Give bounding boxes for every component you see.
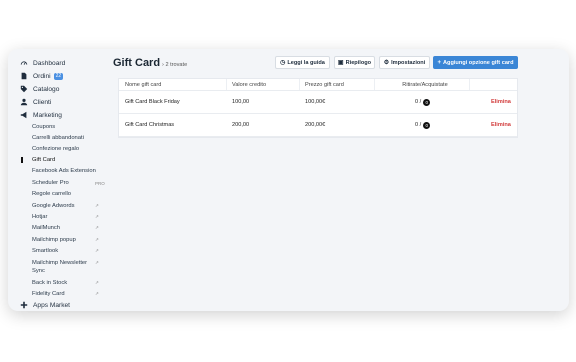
- tag-icon: [20, 85, 28, 93]
- sidebar-item-marketing[interactable]: Marketing: [20, 110, 62, 120]
- main-content: Gift Card › 2 trovate ◷ Leggi la guida ▣…: [113, 49, 569, 311]
- external-link-icon: ↗: [95, 260, 99, 265]
- column-divider: [226, 79, 227, 90]
- sidebar-item-ordini[interactable]: Ordini 22: [20, 71, 64, 81]
- sidebar-subitem-confezione-regalo[interactable]: Confezione regalo: [32, 146, 79, 152]
- settings-label: Impostazioni: [391, 59, 426, 66]
- sidebar-subitem-gift-card[interactable]: Gift Card: [32, 157, 55, 163]
- orders-count-badge: 22: [53, 72, 64, 80]
- delete-link[interactable]: Elimina: [491, 114, 511, 136]
- plus-icon: +: [437, 59, 441, 66]
- redeemed-purchased: 0 / 0: [415, 91, 431, 113]
- app-window: Dashboard Ordini 22 Catalogo Clienti Mar…: [8, 49, 569, 311]
- external-link-icon: ↗: [95, 225, 99, 230]
- result-count-text: 2 trovate: [165, 62, 188, 68]
- column-header: Ritirate/Acquistate: [402, 81, 448, 88]
- summary-label: Riepilogo: [345, 59, 372, 66]
- sidebar-item-label: Catalogo: [33, 85, 60, 93]
- sidebar-subitem-coupons[interactable]: Coupons: [32, 124, 55, 130]
- sidebar-item-clienti[interactable]: Clienti: [20, 97, 51, 107]
- result-count: › 2 trovate: [162, 62, 187, 68]
- column-divider: [299, 79, 300, 90]
- external-link-icon: ↗: [95, 248, 99, 253]
- credit-value: 200,00: [232, 122, 250, 128]
- column-header: Prezzo gift card: [305, 81, 344, 88]
- dashboard-icon: [20, 61, 28, 65]
- add-gift-card-label: Aggiungi opzione gift card: [442, 59, 514, 66]
- purchased-count-badge: 0: [423, 121, 431, 129]
- plus-icon: [20, 301, 28, 309]
- user-icon: [20, 98, 28, 106]
- sidebar-subitem-regole-carrello[interactable]: Regole carrello: [32, 191, 71, 197]
- gift-card-name: Gift Card Black Friday: [125, 99, 180, 105]
- sidebar-item-label: Clienti: [33, 98, 52, 106]
- column-divider: [469, 79, 470, 90]
- external-link-icon: ↗: [95, 237, 99, 242]
- summary-icon: ▣: [337, 60, 344, 66]
- gift-card-name: Gift Card Christmas: [125, 122, 175, 128]
- purchased-count-badge: 0: [423, 98, 431, 106]
- redeemed-ratio: 0 /: [415, 99, 422, 105]
- gear-icon: ⚙: [383, 60, 390, 66]
- summary-button[interactable]: ▣ Riepilogo: [334, 56, 375, 69]
- page-title: Gift Card: [113, 57, 161, 69]
- megaphone-icon: [20, 111, 27, 119]
- pro-tag: PRO: [95, 181, 105, 186]
- column-divider: [374, 79, 375, 90]
- read-guide-button[interactable]: ◷ Leggi la guida: [275, 56, 330, 69]
- sidebar-subitem-smartlook[interactable]: Smartlook: [32, 248, 58, 254]
- table-header-row: Nome gift card Valore credito Prezzo gif…: [119, 79, 517, 91]
- external-link-icon: ↗: [95, 280, 99, 285]
- sidebar-item-label: Dashboard: [33, 59, 66, 67]
- redeemed-purchased: 0 / 0: [415, 114, 431, 136]
- sidebar-subitem-carrelli-abbandonati[interactable]: Carrelli abbandonati: [32, 135, 84, 141]
- settings-button[interactable]: ⚙ Impostazioni: [379, 56, 430, 69]
- sidebar-subitem-facebook-ads[interactable]: Facebook Ads Extension: [32, 168, 96, 174]
- sidebar-subitem-mailchimp-popup[interactable]: Mailchimp popup: [32, 237, 76, 243]
- active-indicator: [21, 157, 23, 163]
- sidebar-item-catalogo[interactable]: Catalogo: [20, 84, 59, 94]
- sidebar-item-label: Apps Market: [33, 301, 71, 309]
- table-row[interactable]: Gift Card Black Friday 100,00 100,00€ 0 …: [119, 91, 517, 114]
- sidebar-subitem-scheduler-pro[interactable]: Scheduler Pro: [32, 180, 69, 186]
- sidebar-item-dashboard[interactable]: Dashboard: [20, 58, 65, 68]
- sidebar-subitem-fidelity-card[interactable]: Fidelity Card: [32, 291, 65, 297]
- sidebar-subitem-back-in-stock[interactable]: Back in Stock: [32, 280, 67, 286]
- sidebar-subitem-mailchimp-newsletter[interactable]: Mailchimp Newsletter: [32, 260, 87, 266]
- breadcrumb-separator: ›: [162, 62, 164, 68]
- sidebar-subitem-hotjar[interactable]: Hotjar: [32, 214, 47, 220]
- external-link-icon: ↗: [95, 291, 99, 296]
- redeemed-ratio: 0 /: [415, 122, 422, 128]
- gift-card-price: 100,00€: [305, 99, 326, 105]
- read-guide-label: Leggi la guida: [287, 59, 325, 66]
- sidebar-item-apps-market[interactable]: Apps Market: [20, 300, 70, 310]
- gift-card-price: 200,00€: [305, 122, 326, 128]
- table-row[interactable]: Gift Card Christmas 200,00 200,00€ 0 / 0…: [119, 114, 517, 137]
- sidebar-subitem-google-adwords[interactable]: Google Adwords: [32, 203, 75, 209]
- external-link-icon: ↗: [95, 203, 99, 208]
- add-gift-card-button[interactable]: + Aggiungi opzione gift card: [433, 56, 518, 69]
- column-header: Valore credito: [232, 81, 267, 88]
- sidebar-item-label: Marketing: [33, 111, 62, 119]
- sidebar: Dashboard Ordini 22 Catalogo Clienti Mar…: [8, 49, 108, 311]
- gift-card-table: Nome gift card Valore credito Prezzo gif…: [118, 78, 518, 138]
- sidebar-subitem-sync[interactable]: Sync: [32, 268, 45, 274]
- column-header: Nome gift card: [125, 81, 162, 88]
- sidebar-item-label: Ordini: [33, 72, 51, 80]
- sidebar-subitem-mailmunch[interactable]: MailMunch: [32, 225, 60, 231]
- delete-link[interactable]: Elimina: [491, 91, 511, 113]
- document-icon: [21, 72, 27, 80]
- clock-icon: ◷: [280, 60, 286, 66]
- credit-value: 100,00: [232, 99, 250, 105]
- external-link-icon: ↗: [95, 214, 99, 219]
